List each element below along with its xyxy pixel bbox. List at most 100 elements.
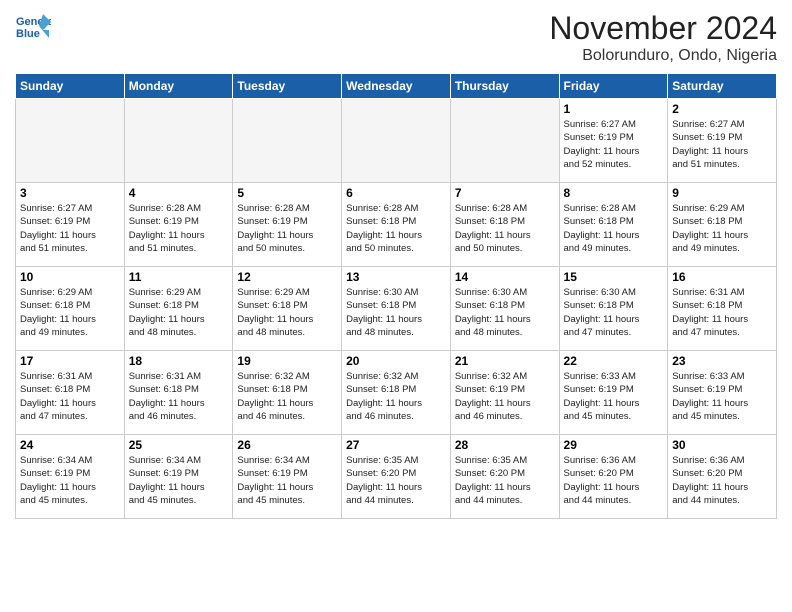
calendar-day-cell	[124, 99, 233, 183]
day-info: Sunrise: 6:27 AMSunset: 6:19 PMDaylight:…	[564, 118, 664, 171]
weekday-header: Thursday	[450, 74, 559, 99]
day-number: 27	[346, 438, 446, 452]
calendar-day-cell: 21 Sunrise: 6:32 AMSunset: 6:19 PMDayligh…	[450, 351, 559, 435]
calendar-week-row: 24 Sunrise: 6:34 AMSunset: 6:19 PMDayligh…	[16, 435, 777, 519]
calendar-day-cell: 30 Sunrise: 6:36 AMSunset: 6:20 PMDayligh…	[668, 435, 777, 519]
day-number: 15	[564, 270, 664, 284]
calendar-table: SundayMondayTuesdayWednesdayThursdayFrid…	[15, 73, 777, 519]
day-info: Sunrise: 6:28 AMSunset: 6:18 PMDaylight:…	[455, 202, 555, 255]
calendar-week-row: 17 Sunrise: 6:31 AMSunset: 6:18 PMDayligh…	[16, 351, 777, 435]
day-number: 10	[20, 270, 120, 284]
day-info: Sunrise: 6:33 AMSunset: 6:19 PMDaylight:…	[564, 370, 664, 423]
calendar-day-cell: 2Sunrise: 6:27 AMSunset: 6:19 PMDaylight…	[668, 99, 777, 183]
header: General Blue November 2024 Bolorunduro, …	[15, 10, 777, 65]
day-number: 29	[564, 438, 664, 452]
day-info: Sunrise: 6:28 AMSunset: 6:18 PMDaylight:…	[346, 202, 446, 255]
calendar-header-row: SundayMondayTuesdayWednesdayThursdayFrid…	[16, 74, 777, 99]
day-info: Sunrise: 6:36 AMSunset: 6:20 PMDaylight:…	[672, 454, 772, 507]
calendar-day-cell: 29Sunrise: 6:36 AMSunset: 6:20 PMDayligh…	[559, 435, 668, 519]
calendar-day-cell: 25 Sunrise: 6:34 AMSunset: 6:19 PMDayligh…	[124, 435, 233, 519]
month-title: November 2024	[549, 10, 777, 47]
day-info: Sunrise: 6:31 AMSunset: 6:18 PMDaylight:…	[20, 370, 120, 423]
calendar-week-row: 1 Sunrise: 6:27 AMSunset: 6:19 PMDaylight…	[16, 99, 777, 183]
day-info: Sunrise: 6:34 AMSunset: 6:19 PMDaylight:…	[20, 454, 120, 507]
day-number: 25	[129, 438, 229, 452]
calendar-week-row: 3 Sunrise: 6:27 AMSunset: 6:19 PMDaylight…	[16, 183, 777, 267]
day-number: 5	[237, 186, 337, 200]
calendar-day-cell	[450, 99, 559, 183]
calendar-day-cell: 28 Sunrise: 6:35 AMSunset: 6:20 PMDayligh…	[450, 435, 559, 519]
day-number: 3	[20, 186, 120, 200]
day-number: 17	[20, 354, 120, 368]
day-info: Sunrise: 6:28 AMSunset: 6:19 PMDaylight:…	[237, 202, 337, 255]
page: General Blue November 2024 Bolorunduro, …	[0, 0, 792, 612]
day-info: Sunrise: 6:32 AMSunset: 6:18 PMDaylight:…	[237, 370, 337, 423]
weekday-header: Sunday	[16, 74, 125, 99]
calendar-day-cell: 5 Sunrise: 6:28 AMSunset: 6:19 PMDaylight…	[233, 183, 342, 267]
day-info: Sunrise: 6:32 AMSunset: 6:18 PMDaylight:…	[346, 370, 446, 423]
day-info: Sunrise: 6:30 AMSunset: 6:18 PMDaylight:…	[346, 286, 446, 339]
day-number: 24	[20, 438, 120, 452]
day-info: Sunrise: 6:32 AMSunset: 6:19 PMDaylight:…	[455, 370, 555, 423]
calendar-day-cell: 4 Sunrise: 6:28 AMSunset: 6:19 PMDaylight…	[124, 183, 233, 267]
day-info: Sunrise: 6:29 AMSunset: 6:18 PMDaylight:…	[20, 286, 120, 339]
day-info: Sunrise: 6:30 AMSunset: 6:18 PMDaylight:…	[455, 286, 555, 339]
calendar-day-cell	[16, 99, 125, 183]
day-number: 6	[346, 186, 446, 200]
weekday-header: Wednesday	[342, 74, 451, 99]
calendar-day-cell: 20 Sunrise: 6:32 AMSunset: 6:18 PMDayligh…	[342, 351, 451, 435]
calendar-day-cell	[342, 99, 451, 183]
day-info: Sunrise: 6:29 AMSunset: 6:18 PMDaylight:…	[672, 202, 772, 255]
day-number: 13	[346, 270, 446, 284]
calendar-day-cell: 17 Sunrise: 6:31 AMSunset: 6:18 PMDayligh…	[16, 351, 125, 435]
calendar-day-cell: 3 Sunrise: 6:27 AMSunset: 6:19 PMDaylight…	[16, 183, 125, 267]
calendar-day-cell	[233, 99, 342, 183]
day-info: Sunrise: 6:34 AMSunset: 6:19 PMDaylight:…	[129, 454, 229, 507]
day-number: 9	[672, 186, 772, 200]
day-info: Sunrise: 6:34 AMSunset: 6:19 PMDaylight:…	[237, 454, 337, 507]
calendar-day-cell: 19 Sunrise: 6:32 AMSunset: 6:18 PMDayligh…	[233, 351, 342, 435]
calendar-week-row: 10 Sunrise: 6:29 AMSunset: 6:18 PMDayligh…	[16, 267, 777, 351]
day-info: Sunrise: 6:27 AMSunset: 6:19 PMDaylight:…	[20, 202, 120, 255]
day-info: Sunrise: 6:28 AMSunset: 6:18 PMDaylight:…	[564, 202, 664, 255]
day-number: 21	[455, 354, 555, 368]
day-number: 28	[455, 438, 555, 452]
calendar-day-cell: 22Sunrise: 6:33 AMSunset: 6:19 PMDayligh…	[559, 351, 668, 435]
calendar-day-cell: 10 Sunrise: 6:29 AMSunset: 6:18 PMDayligh…	[16, 267, 125, 351]
calendar-day-cell: 6 Sunrise: 6:28 AMSunset: 6:18 PMDaylight…	[342, 183, 451, 267]
calendar-day-cell: 24 Sunrise: 6:34 AMSunset: 6:19 PMDayligh…	[16, 435, 125, 519]
day-number: 30	[672, 438, 772, 452]
calendar-day-cell: 15 Sunrise: 6:30 AMSunset: 6:18 PMDayligh…	[559, 267, 668, 351]
location-title: Bolorunduro, Ondo, Nigeria	[549, 47, 777, 65]
calendar-day-cell: 16Sunrise: 6:31 AMSunset: 6:18 PMDayligh…	[668, 267, 777, 351]
day-number: 2	[672, 102, 772, 116]
day-number: 7	[455, 186, 555, 200]
weekday-header: Tuesday	[233, 74, 342, 99]
calendar-day-cell: 18Sunrise: 6:31 AMSunset: 6:18 PMDayligh…	[124, 351, 233, 435]
calendar-day-cell: 1 Sunrise: 6:27 AMSunset: 6:19 PMDaylight…	[559, 99, 668, 183]
logo-svg: General Blue	[15, 10, 51, 46]
day-info: Sunrise: 6:30 AMSunset: 6:18 PMDaylight:…	[564, 286, 664, 339]
day-number: 23	[672, 354, 772, 368]
calendar-day-cell: 9 Sunrise: 6:29 AMSunset: 6:18 PMDaylight…	[668, 183, 777, 267]
calendar-day-cell: 12Sunrise: 6:29 AMSunset: 6:18 PMDayligh…	[233, 267, 342, 351]
day-info: Sunrise: 6:35 AMSunset: 6:20 PMDaylight:…	[455, 454, 555, 507]
day-number: 19	[237, 354, 337, 368]
calendar-day-cell: 23 Sunrise: 6:33 AMSunset: 6:19 PMDayligh…	[668, 351, 777, 435]
weekday-header: Friday	[559, 74, 668, 99]
day-number: 20	[346, 354, 446, 368]
calendar-day-cell: 13 Sunrise: 6:30 AMSunset: 6:18 PMDayligh…	[342, 267, 451, 351]
day-info: Sunrise: 6:29 AMSunset: 6:18 PMDaylight:…	[129, 286, 229, 339]
calendar-day-cell: 14 Sunrise: 6:30 AMSunset: 6:18 PMDayligh…	[450, 267, 559, 351]
day-number: 1	[564, 102, 664, 116]
day-info: Sunrise: 6:35 AMSunset: 6:20 PMDaylight:…	[346, 454, 446, 507]
day-number: 4	[129, 186, 229, 200]
day-info: Sunrise: 6:33 AMSunset: 6:19 PMDaylight:…	[672, 370, 772, 423]
day-number: 16	[672, 270, 772, 284]
day-number: 14	[455, 270, 555, 284]
day-info: Sunrise: 6:28 AMSunset: 6:19 PMDaylight:…	[129, 202, 229, 255]
day-number: 11	[129, 270, 229, 284]
calendar-day-cell: 11 Sunrise: 6:29 AMSunset: 6:18 PMDayligh…	[124, 267, 233, 351]
calendar-day-cell: 26Sunrise: 6:34 AMSunset: 6:19 PMDayligh…	[233, 435, 342, 519]
day-info: Sunrise: 6:29 AMSunset: 6:18 PMDaylight:…	[237, 286, 337, 339]
